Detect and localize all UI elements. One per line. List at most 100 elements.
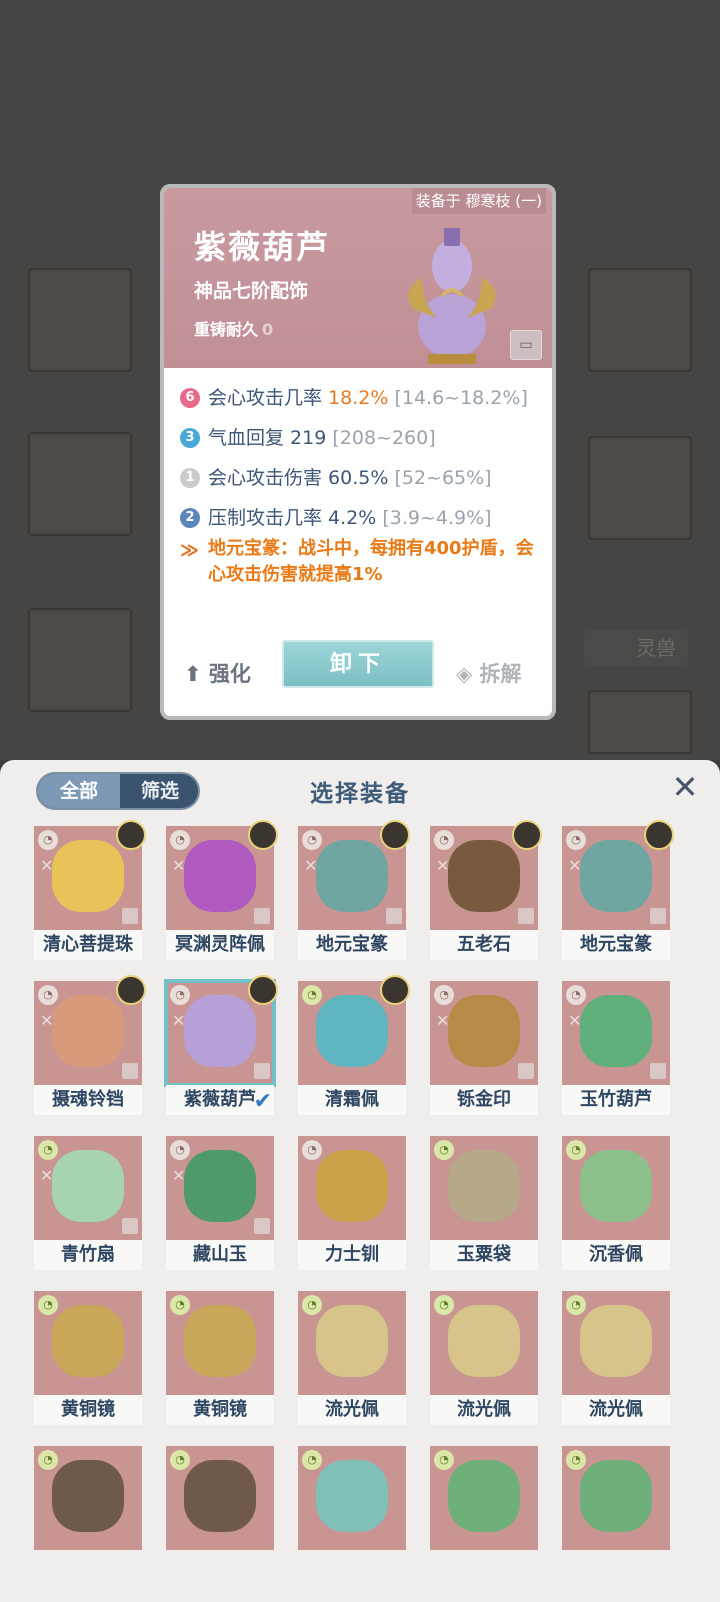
- equipment-card[interactable]: ◔: [298, 1446, 406, 1582]
- attribute-mark-icon: ✕: [40, 1011, 54, 1030]
- lock-icon: [254, 908, 270, 924]
- wearer-avatar: [380, 975, 410, 1005]
- lock-icon: [650, 908, 666, 924]
- equipment-card[interactable]: ◔ 流光佩: [562, 1291, 670, 1427]
- bg-spirit-beast-tab: 灵兽: [584, 630, 688, 666]
- equipment-art: ◔ ✕: [164, 975, 278, 1087]
- equipment-card[interactable]: ◔ ✕ 藏山玉: [166, 1136, 274, 1272]
- lock-icon: [386, 908, 402, 924]
- selected-check-icon: ✔: [253, 1089, 272, 1114]
- lock-icon: [518, 1063, 534, 1079]
- stat-row: 1 会心攻击伤害 60.5% [52~65%]: [178, 458, 548, 498]
- equipment-art: ◔: [430, 1291, 538, 1395]
- equipment-card[interactable]: ◔ ✕ 玉竹葫芦: [562, 981, 670, 1117]
- equipment-name: 地元宝篆: [298, 930, 406, 960]
- equipment-art: ◔: [562, 1291, 670, 1395]
- equipment-card[interactable]: ◔ 沉香佩: [562, 1136, 670, 1272]
- element-icon: ◔: [566, 1140, 586, 1160]
- element-icon: ◔: [566, 830, 586, 850]
- stat-level-badge: 3: [180, 428, 200, 448]
- equipment-image: [316, 1305, 388, 1377]
- equipment-card[interactable]: ◔ ✕ 五老石: [430, 820, 542, 962]
- equipment-image: [448, 1305, 520, 1377]
- equipment-card[interactable]: ◔ 玉粟袋: [430, 1136, 538, 1272]
- element-icon: ◔: [434, 985, 454, 1005]
- equipment-select-panel: 全部 筛选 选择装备 ✕ ◔ ✕ 清心菩提珠 ◔ ✕ 冥渊灵阵佩 ◔ ✕ 地元宝篆 ◔ ✕ 五老石 ◔ ✕…: [0, 760, 720, 1602]
- equipment-art: ◔: [166, 1291, 274, 1395]
- element-icon: ◔: [170, 1295, 190, 1315]
- lock-icon: [254, 1218, 270, 1234]
- equipment-name: 玉粟袋: [430, 1240, 538, 1270]
- equipment-card[interactable]: ◔ ✕ 冥渊灵阵佩: [166, 820, 278, 962]
- equipment-image: [184, 1150, 256, 1222]
- equipment-name: 摄魂铃铛: [34, 1085, 142, 1115]
- equipment-card[interactable]: ◔ 流光佩: [430, 1291, 538, 1427]
- equipment-art: ◔ ✕: [34, 1136, 142, 1240]
- equipment-card[interactable]: ◔: [562, 1446, 670, 1582]
- equipment-card[interactable]: ◔: [34, 1446, 142, 1582]
- equipment-card[interactable]: ◔ ✕ 地元宝篆: [298, 820, 410, 962]
- item-grade: 神品七阶配饰: [194, 280, 309, 302]
- equipment-card[interactable]: ◔ 黄铜镜: [34, 1291, 142, 1427]
- element-icon: ◔: [434, 830, 454, 850]
- element-icon: ◔: [38, 1450, 58, 1470]
- equipment-name: 流光佩: [562, 1395, 670, 1425]
- stat-range: [52~65%]: [388, 467, 492, 489]
- dismantle-button[interactable]: ◈ 拆解: [456, 658, 521, 688]
- bg-slot: [28, 608, 132, 712]
- element-icon: ◔: [170, 985, 190, 1005]
- equipment-card[interactable]: ◔ ✕ 紫薇葫芦 ✔: [164, 975, 278, 1117]
- equipment-card[interactable]: ◔ ✕ 地元宝篆: [562, 820, 674, 962]
- special-effect-icon: ≫: [180, 540, 199, 561]
- item-detail-popup: 装备于 穆寒枝 (一) 紫薇葫芦 神品七阶配饰 重铸耐久 0 ▭ 6 会心攻击几率…: [160, 184, 556, 720]
- equipment-card[interactable]: ◔ ✕ 摄魂铃铛: [34, 975, 146, 1117]
- equipment-card[interactable]: ◔: [430, 1446, 538, 1582]
- close-icon[interactable]: ✕: [668, 770, 702, 804]
- stat-list: 6 会心攻击几率 18.2% [14.6~18.2%] 3 气血回复 219 […: [178, 378, 548, 538]
- equipment-card[interactable]: ◔ ✕ 清心菩提珠: [34, 820, 146, 962]
- strengthen-label: 强化: [208, 662, 251, 686]
- lock-icon: [518, 908, 534, 924]
- bg-slot: [588, 436, 692, 540]
- equipment-image: [184, 1460, 256, 1532]
- element-icon: ◔: [434, 1450, 454, 1470]
- equipment-name: 地元宝篆: [562, 930, 670, 960]
- stat-label: 压制攻击几率: [208, 507, 329, 529]
- equipment-name: 黄铜镜: [166, 1395, 274, 1425]
- attribute-mark-icon: ✕: [172, 1166, 186, 1185]
- element-icon: ◔: [302, 1140, 322, 1160]
- equipment-card[interactable]: ◔ 清霜佩: [298, 975, 410, 1117]
- equipment-image: [184, 1305, 256, 1377]
- equipment-card[interactable]: ◔ 力士钏: [298, 1136, 406, 1272]
- equipment-name: 青竹扇: [34, 1240, 142, 1270]
- lock-icon: [122, 908, 138, 924]
- stat-value: 18.2%: [328, 387, 389, 409]
- strengthen-button[interactable]: ⬆ 强化: [184, 658, 251, 688]
- stat-row: 6 会心攻击几率 18.2% [14.6~18.2%]: [178, 378, 548, 418]
- equipment-art: ◔ ✕: [430, 981, 538, 1085]
- element-icon: ◔: [302, 1295, 322, 1315]
- lock-icon[interactable]: ▭: [510, 330, 542, 360]
- equipment-card[interactable]: ◔: [166, 1446, 274, 1582]
- equipment-image: [52, 840, 124, 912]
- wearer-avatar: [248, 975, 278, 1005]
- equipment-card[interactable]: ◔ ✕ 青竹扇: [34, 1136, 142, 1272]
- equipment-card[interactable]: ◔ 流光佩: [298, 1291, 406, 1427]
- dismantle-label: 拆解: [479, 662, 522, 686]
- unequip-button[interactable]: 卸下: [282, 640, 434, 688]
- stat-level-badge: 6: [180, 388, 200, 408]
- attribute-mark-icon: ✕: [172, 856, 186, 875]
- equipment-art: ◔: [298, 1291, 406, 1395]
- element-icon: ◔: [38, 1140, 58, 1160]
- equipment-image: [316, 1460, 388, 1532]
- equipment-art: ◔: [34, 1291, 142, 1395]
- equipment-card[interactable]: ◔ ✕ 铄金印: [430, 981, 538, 1117]
- equipment-image: [448, 1150, 520, 1222]
- equipment-card[interactable]: ◔ 黄铜镜: [166, 1291, 274, 1427]
- equipment-art: ◔: [562, 1446, 670, 1550]
- stat-value: 4.2%: [328, 507, 377, 529]
- equipment-image: [52, 995, 124, 1067]
- equipment-name: 冥渊灵阵佩: [166, 930, 274, 960]
- lock-icon: [650, 1063, 666, 1079]
- equipment-art: ◔ ✕: [562, 981, 670, 1085]
